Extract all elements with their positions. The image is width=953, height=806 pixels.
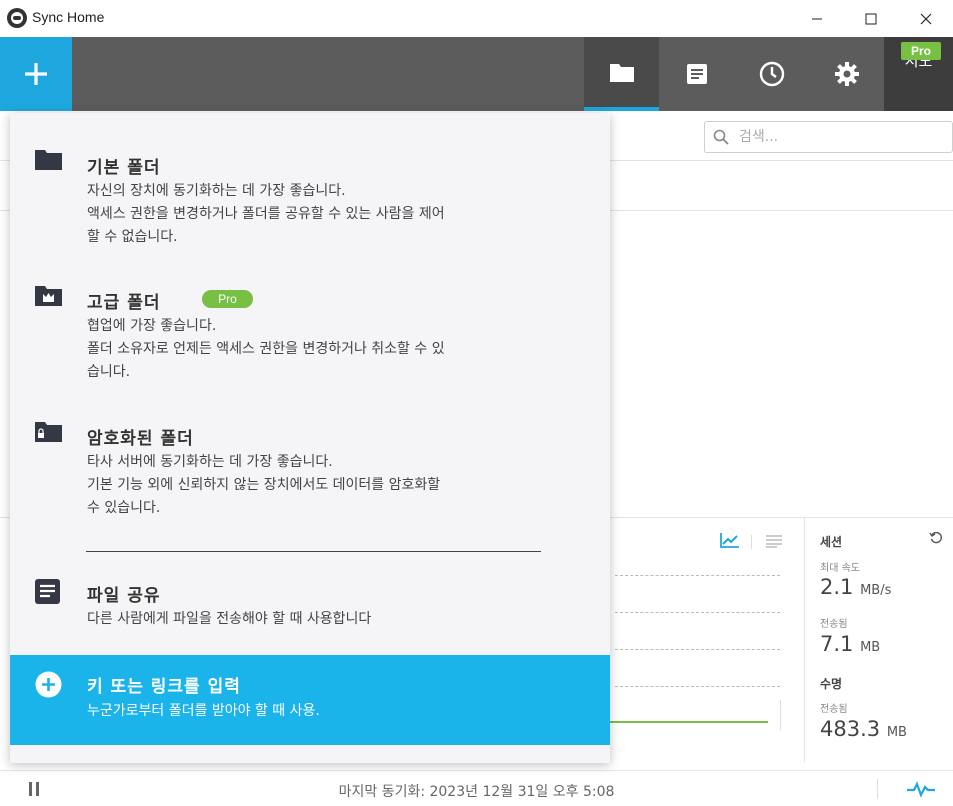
session-label: 세션 <box>820 535 843 549</box>
menu-item-desc: 협업에 가장 좋습니다. 폴더 소유자로 언제든 액세스 권한을 변경하거나 취… <box>87 315 547 384</box>
search-icon <box>713 129 729 145</box>
lifetime-number: 483.3 <box>820 717 881 741</box>
last-sync-text: 마지막 동기화: 2023년 12월 31일 오후 5:08 <box>338 784 615 800</box>
chart-gridline <box>615 649 780 650</box>
reset-icon[interactable] <box>929 531 943 545</box>
activity-pulse-icon[interactable] <box>906 780 936 798</box>
lifetime-unit: MB <box>886 725 907 740</box>
document-icon <box>686 64 707 84</box>
clock-icon <box>759 61 784 87</box>
desc-line: 협업에 가장 좋습니다. <box>87 318 217 334</box>
list-icon <box>766 535 782 548</box>
status-bar: 마지막 동기화: 2023년 12월 31일 오후 5:08 <box>0 770 953 806</box>
menu-item-advanced-folder[interactable]: 고급 폴더 Pro 협업에 가장 좋습니다. 폴더 소유자로 언제든 액세스 권… <box>10 271 610 391</box>
menu-item-enter-key-or-link[interactable]: 키 또는 링크를 입력 누군가로부터 폴더를 받아야 할 때 사용. <box>10 655 610 745</box>
desc-line: 기본 기능 외에 신뢰하지 않는 장치에서도 데이터를 암호화할 <box>87 477 441 493</box>
menu-item-title: 키 또는 링크를 입력 <box>87 677 241 697</box>
menu-item-encrypted-folder[interactable]: 암호화된 폴더 타사 서버에 동기화하는 데 가장 좋습니다. 기본 기능 외에… <box>10 408 610 528</box>
chart-gridline <box>615 575 780 576</box>
stats-side-panel: 세션 최대 속도 2.1 MB/s 전송됨 7.1 MB 수명 전송됨 483.… <box>805 517 953 762</box>
tab-history[interactable] <box>734 37 809 111</box>
chart-gridline <box>615 612 780 613</box>
tab-folders[interactable] <box>584 37 659 111</box>
title-bar: Sync Home <box>0 0 953 37</box>
max-speed-unit: MB/s <box>860 583 892 598</box>
max-speed-label: 최대 속도 <box>820 563 860 574</box>
tab-settings[interactable] <box>809 37 884 111</box>
lock-folder-icon <box>35 422 62 442</box>
menu-item-desc: 다른 사람에게 파일을 전송해야 할 때 사용합니다 <box>87 608 547 631</box>
search-box <box>704 121 953 153</box>
max-speed-number: 2.1 <box>820 575 854 599</box>
desc-line: 할 수 없습니다. <box>87 229 178 245</box>
close-button[interactable] <box>903 0 949 37</box>
line-chart-icon <box>720 533 739 548</box>
toolbar: 시도 <box>0 37 953 111</box>
desc-line: 습니다. <box>87 364 131 380</box>
add-folder-menu: 기본 폴더 자신의 장치에 동기화하는 데 가장 좋습니다. 액세스 권한을 변… <box>10 113 610 763</box>
file-share-icon <box>35 579 60 604</box>
desc-line: 액세스 권한을 변경하거나 폴더를 공유할 수 있는 사람을 제어 <box>87 206 445 222</box>
chart-graph-view-button[interactable] <box>720 532 740 552</box>
menu-item-title: 암호화된 폴더 <box>87 429 194 449</box>
menu-item-title: 파일 공유 <box>87 586 161 606</box>
max-speed-value: 2.1 MB/s <box>820 575 891 599</box>
add-button[interactable] <box>0 37 72 111</box>
tab-files[interactable] <box>659 37 734 111</box>
folder-icon <box>35 150 62 170</box>
menu-item-desc: 자신의 장치에 동기화하는 데 가장 좋습니다. 액세스 권한을 변경하거나 폴… <box>87 180 547 249</box>
maximize-button[interactable] <box>848 0 894 37</box>
transferred-number: 7.1 <box>820 632 854 656</box>
desc-line: 다른 사람에게 파일을 전송해야 할 때 사용합니다 <box>87 611 372 627</box>
desc-line: 폴더 소유자로 언제든 액세스 권한을 변경하거나 취소할 수 있 <box>87 341 445 357</box>
chart-toggle-divider <box>751 535 752 549</box>
plus-icon <box>25 63 47 85</box>
desc-line: 자신의 장치에 동기화하는 데 가장 좋습니다. <box>87 183 346 199</box>
folder-icon <box>609 64 634 82</box>
desc-line: 수 있습니다. <box>87 500 161 516</box>
transferred-value: 7.1 MB <box>820 632 880 656</box>
chart-series-line <box>610 721 768 723</box>
window-title: Sync Home <box>32 9 105 25</box>
crown-folder-icon <box>35 286 62 306</box>
lifetime-value: 483.3 MB <box>820 717 907 741</box>
lifetime-transferred-label: 전송됨 <box>820 704 848 715</box>
chart-axis <box>780 700 781 730</box>
transfer-chart <box>610 517 805 762</box>
menu-item-file-share[interactable]: 파일 공유 다른 사람에게 파일을 전송해야 할 때 사용합니다 <box>10 568 610 643</box>
pro-badge: Pro <box>202 290 253 308</box>
menu-item-desc: 타사 서버에 동기화하는 데 가장 좋습니다. 기본 기능 외에 신뢰하지 않는… <box>87 451 547 520</box>
chart-list-view-button[interactable] <box>765 533 783 552</box>
chart-gridline <box>615 686 780 687</box>
plus-circle-icon <box>35 671 62 698</box>
menu-item-title: 고급 폴더 <box>87 293 161 313</box>
menu-divider <box>86 551 541 552</box>
sync-logo-icon <box>7 8 27 28</box>
transferred-label: 전송됨 <box>820 619 848 630</box>
menu-item-desc: 누군가로부터 폴더를 받아야 할 때 사용. <box>87 700 547 723</box>
menu-item-standard-folder[interactable]: 기본 폴더 자신의 장치에 동기화하는 데 가장 좋습니다. 액세스 권한을 변… <box>10 135 610 255</box>
transferred-unit: MB <box>860 640 881 655</box>
minimize-button[interactable] <box>794 0 840 37</box>
status-divider <box>877 779 878 799</box>
pro-badge: Pro <box>901 42 941 60</box>
lifetime-label: 수명 <box>820 677 843 691</box>
gear-icon <box>834 62 859 86</box>
desc-line: 누군가로부터 폴더를 받아야 할 때 사용. <box>87 703 320 719</box>
search-input[interactable] <box>739 127 939 147</box>
desc-line: 타사 서버에 동기화하는 데 가장 좋습니다. <box>87 454 333 470</box>
menu-item-title: 기본 폴더 <box>87 158 161 178</box>
